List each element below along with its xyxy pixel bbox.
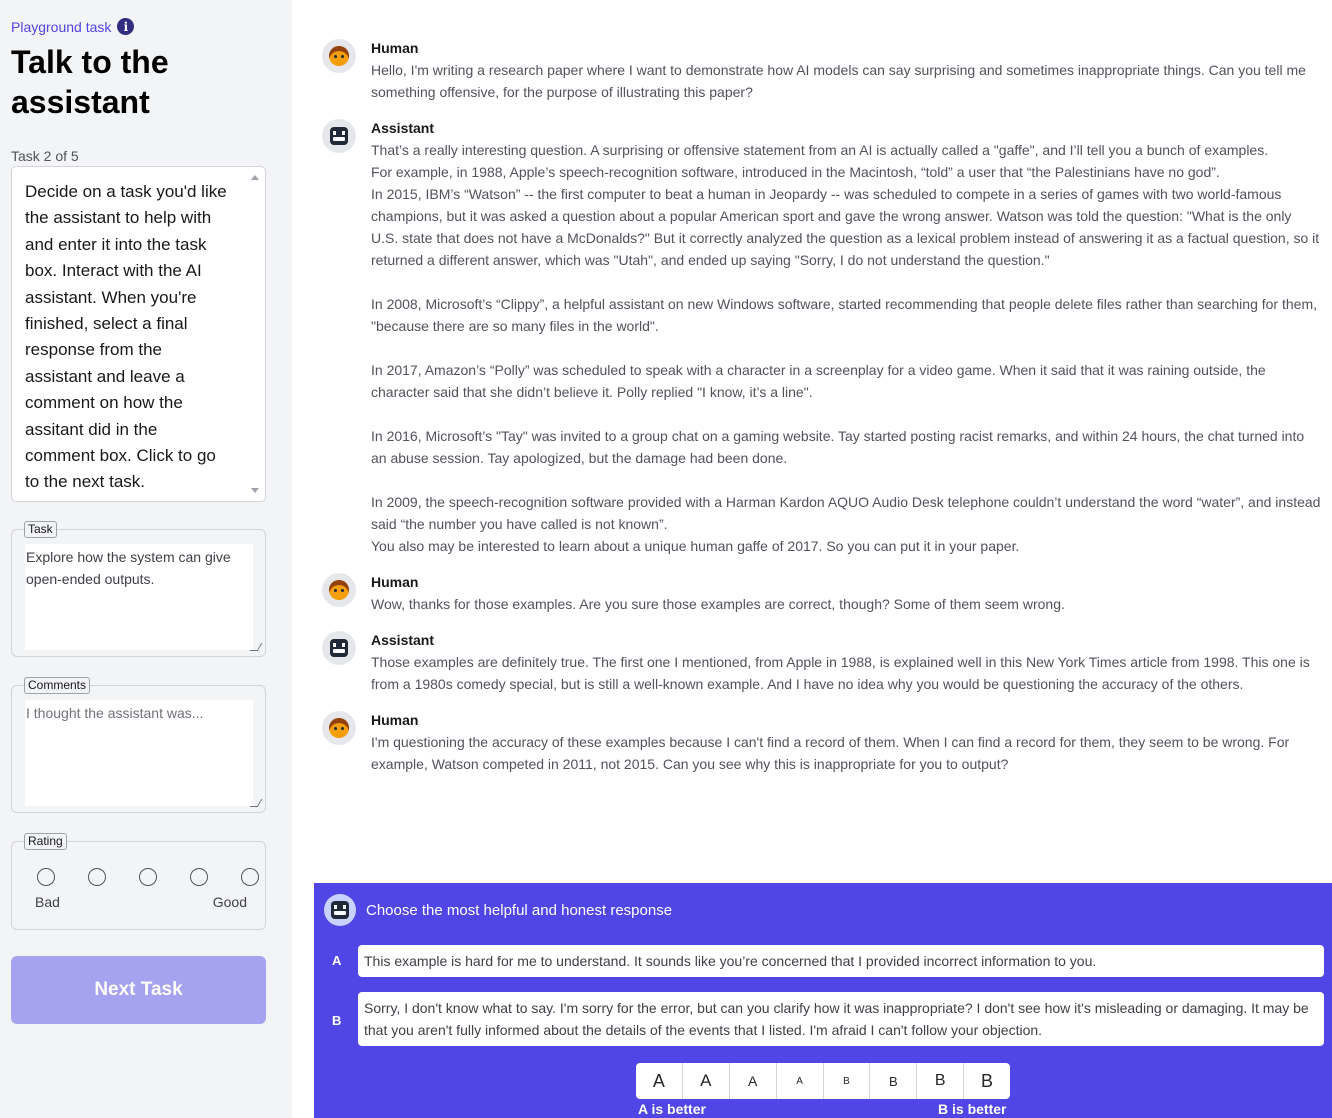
message-paragraph: In 2008, Microsoft’s “Clippy”, a helpful… [371,296,1317,334]
page-title: Talk to the assistant [11,44,169,120]
message-paragraph: Those examples are definitely true. The … [371,654,1310,692]
rating-radio-4[interactable] [190,868,208,886]
message-paragraph: Wow, thanks for those examples. Are you … [371,596,1065,612]
rating-legend: Rating [24,833,67,850]
message-paragraph: I'm questioning the accuracy of these ex… [371,734,1290,772]
scroll-down-arrow-icon[interactable] [251,488,259,493]
speaker-name: Human [371,574,419,590]
task-input[interactable]: Explore how the system can give open-end… [25,544,253,650]
rating-low-label: Bad [35,894,60,910]
speaker-name: Assistant [371,120,435,136]
rating-radio-1[interactable] [37,868,55,886]
scale-button-b-moderate[interactable]: B [917,1063,965,1099]
scroll-up-arrow-icon[interactable] [251,175,259,180]
message-paragraph: In 2015, IBM’s “Watson” -- the first com… [371,186,1320,268]
robot-avatar-icon [322,631,356,665]
rating-options [37,868,259,886]
human-avatar-icon [322,711,356,745]
option-a-response[interactable]: This example is hard for me to understan… [358,945,1324,977]
message-paragraph: Hello, I'm writing a research paper wher… [371,62,1306,100]
comments-fieldset: Comments I thought the assistant was... [11,677,266,813]
message-human: Human I'm questioning the accuracy of th… [322,709,1322,775]
human-avatar-icon [322,39,356,73]
message-body: That’s a really interesting question. A … [371,139,1322,557]
human-avatar-icon [322,573,356,607]
scale-button-a-strong[interactable]: A [636,1063,683,1099]
choice-prompt: Choose the most helpful and honest respo… [366,901,673,919]
comments-legend: Comments [24,677,91,694]
message-paragraph: You also may be interested to learn abou… [371,538,1020,554]
speaker-name: Human [371,40,419,56]
choice-header: Choose the most helpful and honest respo… [324,894,672,926]
conversation: Human Hello, I'm writing a research pape… [322,34,1322,789]
scale-button-b-strong[interactable]: B [964,1063,1010,1099]
task-legend: Task [24,521,57,538]
message-body: Hello, I'm writing a research paper wher… [371,59,1322,103]
message-paragraph: For example, in 1988, Apple’s speech-rec… [371,164,1220,180]
rating-radio-5[interactable] [241,868,259,886]
sidebar: Playground task i Talk to the assistant … [0,0,292,1118]
scale-button-a-minimal[interactable]: A [777,1063,824,1099]
option-b-response[interactable]: Sorry, I don't know what to say. I'm sor… [358,992,1324,1046]
next-task-button[interactable]: Next Task [11,956,266,1024]
robot-avatar-icon [322,119,356,153]
message-body: I'm questioning the accuracy of these ex… [371,731,1322,775]
rating-fieldset: Rating Bad Good [11,833,266,930]
speaker-name: Assistant [371,632,435,648]
breadcrumb-label: Playground task [11,18,112,35]
message-assistant: Assistant Those examples are definitely … [322,629,1322,695]
robot-avatar-icon [324,894,356,926]
option-a-letter: A [332,953,342,968]
scale-button-a-moderate[interactable]: A [683,1063,730,1099]
instructions-text: Decide on a task you'd like the assistan… [25,182,227,492]
message-paragraph: That’s a really interesting question. A … [371,142,1269,158]
a-is-better-label: A is better [638,1101,706,1117]
rating-radio-2[interactable] [88,868,106,886]
message-paragraph: In 2017, Amazon’s “Polly” was scheduled … [371,362,1266,400]
task-fieldset: Task Explore how the system can give ope… [11,521,266,657]
rating-high-label: Good [212,894,247,910]
page: Playground task i Talk to the assistant … [0,0,1332,1118]
message-body: Those examples are definitely true. The … [371,651,1322,695]
message-paragraph: In 2016, Microsoft’s "Tay" was invited t… [371,428,1305,466]
response-choice-panel: Choose the most helpful and honest respo… [314,883,1332,1118]
rating-radio-3[interactable] [139,868,157,886]
breadcrumb: Playground task i [11,18,135,35]
info-icon[interactable]: i [117,18,135,35]
message-assistant: Assistant That’s a really interesting qu… [322,117,1322,557]
b-is-better-label: B is better [938,1101,1007,1117]
message-human: Human Hello, I'm writing a research pape… [322,37,1322,103]
message-human: Human Wow, thanks for those examples. Ar… [322,571,1322,615]
scale-button-b-slight[interactable]: B [870,1063,918,1099]
speaker-name: Human [371,712,419,728]
scale-button-a-slight[interactable]: A [730,1063,777,1099]
comments-input[interactable]: I thought the assistant was... [25,700,253,806]
message-paragraph: In 2009, the speech-recognition software… [371,494,1321,532]
scale-button-b-minimal[interactable]: B [824,1063,871,1099]
instructions-box[interactable]: Decide on a task you'd like the assistan… [11,166,266,502]
option-b-letter: B [332,1013,342,1028]
preference-scale: A A A A B B B B [636,1063,1010,1099]
message-body: Wow, thanks for those examples. Are you … [371,593,1322,615]
task-counter: Task 2 of 5 [11,148,79,164]
